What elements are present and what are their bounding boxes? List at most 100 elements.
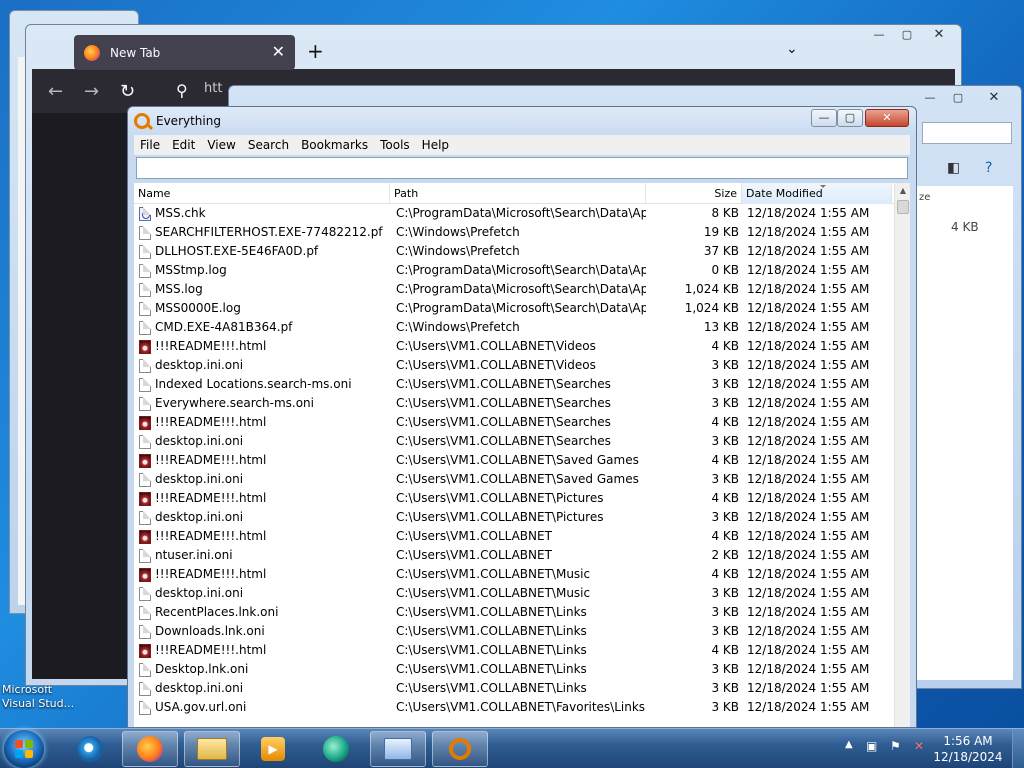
table-row[interactable]: Everywhere.search-ms.oni C:\Users\VM1.COL… (134, 394, 894, 413)
menu-item-view[interactable]: View (207, 138, 235, 152)
table-row[interactable]: !!!README!!!.html C:\Users\VM1.COLLABNET\… (134, 565, 894, 584)
table-row[interactable]: ntuser.ini.oni C:\Users\VM1.COLLABNET 2 KB… (134, 546, 894, 565)
table-row[interactable]: !!!README!!!.html C:\Users\VM1.COLLABNET\… (134, 451, 894, 470)
desktop-icon-label[interactable]: Microsoft Visual Stud... (2, 683, 78, 711)
menu-item-search[interactable]: Search (248, 138, 289, 152)
menu-item-bookmarks[interactable]: Bookmarks (301, 138, 368, 152)
scroll-up-icon[interactable]: ▲ (895, 183, 910, 199)
table-row[interactable]: desktop.ini.oni C:\Users\VM1.COLLABNET\Sa… (134, 470, 894, 489)
table-row[interactable]: Downloads.lnk.oni C:\Users\VM1.COLLABNET\… (134, 622, 894, 641)
results-list[interactable]: Name Path Size Date Modified MSS.chk C:\P… (134, 183, 910, 727)
cell-name: ntuser.ini.oni (139, 546, 389, 565)
everything-search-input[interactable] (137, 158, 907, 178)
chevron-down-icon[interactable]: ⌄ (786, 41, 798, 57)
taskbar-media-player[interactable]: ▶ (245, 731, 301, 767)
table-row[interactable]: MSS.chk C:\ProgramData\Microsoft\Search\D… (134, 204, 894, 223)
table-row[interactable]: desktop.ini.oni C:\Users\VM1.COLLABNET\Pi… (134, 508, 894, 527)
forward-icon[interactable]: → (84, 81, 99, 102)
file-name: desktop.ini.oni (155, 358, 244, 372)
table-row[interactable]: Indexed Locations.search-ms.oni C:\Users\… (134, 375, 894, 394)
explorer-size-header: ze (919, 192, 931, 203)
show-hidden-icons-icon[interactable]: ▲ (845, 739, 853, 750)
taskbar-everything[interactable] (432, 731, 488, 767)
network-icon[interactable]: ▣ (866, 739, 877, 753)
everything-close-icon[interactable]: ✕ (865, 109, 909, 127)
tab-new-tab[interactable]: New Tab ✕ (74, 35, 295, 70)
file-name: !!!README!!!.html (155, 491, 267, 505)
show-desktop-button[interactable] (1012, 729, 1024, 768)
scroll-thumb[interactable] (897, 200, 909, 214)
system-clock[interactable]: 1:56 AM 12/18/2024 (933, 733, 1003, 765)
volume-muted-icon[interactable]: ✕ (914, 739, 924, 753)
menu-item-edit[interactable]: Edit (172, 138, 195, 152)
cell-path: C:\ProgramData\Microsoft\Search\Data\App… (396, 206, 646, 220)
everything-window[interactable]: Everything — ▢ ✕ File Edit View Search Bookm… (127, 106, 917, 728)
table-row[interactable]: DLLHOST.EXE-5E46FA0D.pf C:\Windows\Prefet… (134, 242, 894, 261)
explorer-close-icon[interactable]: ✕ (981, 90, 1007, 108)
maximize-icon[interactable]: ▢ (894, 27, 920, 45)
explorer-minimize-icon[interactable]: — (917, 90, 943, 108)
file-name: SEARCHFILTERHOST.EXE-77482212.pf (155, 225, 383, 239)
table-row[interactable]: MSS.log C:\ProgramData\Microsoft\Search\D… (134, 280, 894, 299)
explorer-maximize-icon[interactable]: ▢ (945, 90, 971, 108)
table-row[interactable]: desktop.ini.oni C:\Users\VM1.COLLABNET\Vi… (134, 356, 894, 375)
action-center-flag-icon[interactable]: ⚑ (890, 739, 901, 753)
explorer-size-value: 4 KB (951, 220, 979, 234)
cell-date-modified: 12/18/2024 1:55 AM (747, 643, 870, 657)
cell-date-modified: 12/18/2024 1:55 AM (747, 244, 870, 258)
cell-size: 13 KB (703, 320, 739, 334)
column-header-size[interactable]: Size (646, 183, 742, 204)
new-tab-button[interactable]: + (307, 39, 324, 63)
cell-path: C:\Users\VM1.COLLABNET\Links (396, 643, 587, 657)
table-row[interactable]: !!!README!!!.html C:\Users\VM1.COLLABNET\… (134, 489, 894, 508)
preview-pane-icon[interactable]: ◧ (947, 160, 960, 176)
table-row[interactable]: MSS0000E.log C:\ProgramData\Microsoft\Sea… (134, 299, 894, 318)
column-header-path[interactable]: Path (390, 183, 646, 204)
taskbar-file-explorer[interactable] (184, 731, 240, 767)
cell-date-modified: 12/18/2024 1:55 AM (747, 700, 870, 714)
menu-item-tools[interactable]: Tools (380, 138, 410, 152)
everything-minimize-icon[interactable]: — (811, 109, 837, 127)
taskbar-internet-explorer[interactable] (62, 731, 118, 767)
table-row[interactable]: USA.gov.url.oni C:\Users\VM1.COLLABNET\Fa… (134, 698, 894, 717)
cell-date-modified: 12/18/2024 1:55 AM (747, 263, 870, 277)
menu-item-help[interactable]: Help (422, 138, 449, 152)
table-row[interactable]: desktop.ini.oni C:\Users\VM1.COLLABNET\Li… (134, 679, 894, 698)
table-row[interactable]: MSStmp.log C:\ProgramData\Microsoft\Searc… (134, 261, 894, 280)
table-row[interactable]: desktop.ini.oni C:\Users\VM1.COLLABNET\Se… (134, 432, 894, 451)
cell-date-modified: 12/18/2024 1:55 AM (747, 415, 870, 429)
table-row[interactable]: !!!README!!!.html C:\Users\VM1.COLLABNET\… (134, 641, 894, 660)
tab-close-icon[interactable]: ✕ (272, 42, 285, 61)
taskbar-browser-app[interactable] (308, 731, 364, 767)
reload-icon[interactable]: ↻ (120, 81, 135, 102)
table-row[interactable]: desktop.ini.oni C:\Users\VM1.COLLABNET\Mu… (134, 584, 894, 603)
column-header-name[interactable]: Name (134, 183, 390, 204)
minimize-icon[interactable]: — (866, 27, 892, 45)
close-icon[interactable]: ✕ (926, 27, 952, 45)
start-button[interactable] (4, 730, 44, 768)
cell-name: Everywhere.search-ms.oni (139, 394, 389, 413)
column-header-date-modified[interactable]: Date Modified (742, 183, 892, 204)
help-icon[interactable]: ? (985, 160, 992, 176)
explorer-search-input[interactable] (922, 122, 1012, 144)
everything-maximize-icon[interactable]: ▢ (837, 109, 863, 127)
table-row[interactable]: SEARCHFILTERHOST.EXE-77482212.pf C:\Windo… (134, 223, 894, 242)
table-row[interactable]: !!!README!!!.html C:\Users\VM1.COLLABNET\… (134, 413, 894, 432)
taskbar-firefox[interactable] (122, 731, 178, 767)
cell-name: !!!README!!!.html (139, 527, 389, 546)
back-icon[interactable]: ← (48, 81, 63, 102)
taskbar-control-panel[interactable] (370, 731, 426, 767)
cell-name: desktop.ini.oni (139, 679, 389, 698)
everything-logo-icon (134, 113, 150, 129)
table-row[interactable]: CMD.EXE-4A81B364.pf C:\Windows\Prefetch 13… (134, 318, 894, 337)
cell-name: !!!README!!!.html (139, 451, 389, 470)
vertical-scrollbar[interactable]: ▲ (894, 183, 910, 727)
table-row[interactable]: RecentPlaces.lnk.oni C:\Users\VM1.COLLABN… (134, 603, 894, 622)
file-name: MSStmp.log (155, 263, 227, 277)
table-row[interactable]: Desktop.lnk.oni C:\Users\VM1.COLLABNET\Li… (134, 660, 894, 679)
control-panel-icon (384, 738, 412, 760)
table-row[interactable]: !!!README!!!.html C:\Users\VM1.COLLABNET 4… (134, 527, 894, 546)
table-row[interactable]: !!!README!!!.html C:\Users\VM1.COLLABNET\… (134, 337, 894, 356)
menu-item-file[interactable]: File (140, 138, 160, 152)
everything-search-box[interactable] (136, 157, 908, 179)
